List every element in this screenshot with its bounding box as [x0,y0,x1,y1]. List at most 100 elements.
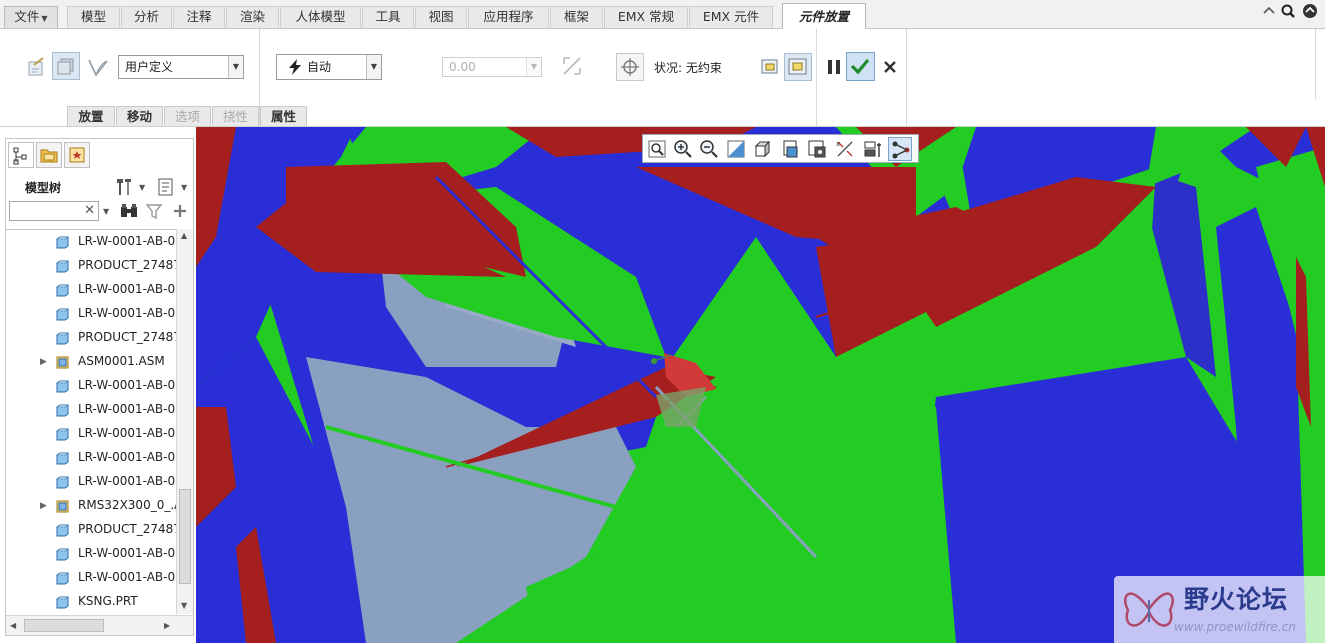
assembly-icon [56,500,69,513]
tree-item[interactable]: ▶ RMS32X300_0_.A [6,494,176,518]
tab-emx-component[interactable]: EMX 元件 [689,6,773,28]
placement-interface-button[interactable] [52,52,80,80]
collapse-ribbon-icon[interactable] [1261,3,1277,19]
separate-window-button[interactable] [758,55,782,79]
subtab-options[interactable]: 选项 [164,106,211,126]
tree-item[interactable]: ▶ ASM0001.ASM [6,350,176,374]
tab-model-tree[interactable] [8,142,34,168]
display-style-button[interactable] [751,137,775,161]
saved-orientations-button[interactable] [778,137,802,161]
scroll-up-icon[interactable]: ▲ [181,231,187,240]
clear-search-icon[interactable]: ✕ [84,203,95,218]
tree-item-label: ASM0001.ASM [78,354,165,368]
tab-emx-general[interactable]: EMX 常规 [604,6,688,28]
tab-component-placement[interactable]: 元件放置 [782,3,866,29]
subtab-move[interactable]: 移动 [116,106,163,126]
show-options-button[interactable] [154,175,178,199]
tree-item[interactable]: PRODUCT_27487 [6,326,176,350]
tab-label: 视图 [428,9,454,24]
tree-item[interactable]: LR-W-0001-AB-0 [6,302,176,326]
scrollbar-thumb[interactable] [179,489,191,584]
constraint-edit-button[interactable] [25,55,49,79]
subtab-properties[interactable]: 属性 [260,106,307,126]
flip-arrows-icon [563,57,581,75]
tab-analysis[interactable]: 分析 [121,6,172,28]
tab-model[interactable]: 模型 [67,6,120,28]
scroll-left-icon[interactable]: ◀ [10,621,16,630]
tree-item[interactable]: LR-W-0001-AB-0 [6,422,176,446]
tree-item-label: LR-W-0001-AB-0 [78,282,176,296]
tab-framework[interactable]: 框架 [550,6,603,28]
tree-item-label: LR-W-0001-AB-0 [78,402,176,416]
tab-folder-browser[interactable] [36,142,62,168]
constraint-set-select[interactable]: 用户定义 ▼ [118,55,244,79]
tree-item[interactable]: KSNG.PRT [6,590,176,614]
tree-item[interactable]: LR-W-0001-AB-0 [6,278,176,302]
tree-item[interactable]: LR-W-0001-AB-0 [6,566,176,590]
tab-render[interactable]: 渲染 [226,6,279,28]
tree-item[interactable]: LR-W-0001-AB-0 [6,374,176,398]
flexible-component-button[interactable] [86,55,110,79]
subtab-placement[interactable]: 放置 [67,106,115,126]
flip-constraint-button[interactable] [560,54,584,78]
tree-item[interactable]: LR-W-0001-AB-0 [6,470,176,494]
annotation-display-button[interactable] [888,137,912,161]
tree-item[interactable]: LR-W-0001-AB-0 [6,398,176,422]
chevron-down-icon[interactable]: ▼ [103,207,109,216]
placement-target-button[interactable] [616,53,644,81]
tree-item[interactable]: LR-W-0001-AB-0 [6,230,176,254]
scroll-down-icon[interactable]: ▼ [181,601,187,610]
tab-view[interactable]: 视图 [415,6,467,28]
saved-views-icon [783,140,798,158]
zoom-in-button[interactable] [671,137,695,161]
zoom-out-button[interactable] [697,137,721,161]
tab-applications[interactable]: 应用程序 [468,6,549,28]
tab-favorites[interactable] [64,142,90,168]
graphics-viewport[interactable] [196,127,1325,643]
tree-item[interactable]: LR-W-0001-AB-0 [6,542,176,566]
vertical-scrollbar[interactable]: ▲ ▼ [176,229,193,614]
search-icon[interactable] [1280,3,1296,19]
part-icon [56,236,69,249]
chevron-down-icon: ▼ [526,58,541,76]
scrollbar-thumb[interactable] [24,619,104,632]
tab-tools[interactable]: 工具 [362,6,414,28]
repaint-button[interactable] [724,137,748,161]
scroll-right-icon[interactable]: ▶ [164,621,170,630]
tree-item[interactable]: PRODUCT_27487 [6,518,176,542]
tab-manikin[interactable]: 人体模型 [280,6,361,28]
part-icon [56,260,69,273]
cancel-button[interactable] [878,55,902,79]
refit-button[interactable] [645,137,669,161]
datum-display-button[interactable]: x [833,137,857,161]
main-window-button[interactable] [784,53,812,81]
offset-value-input[interactable]: 0.00 ▼ [442,57,542,77]
subtab-flexibility[interactable]: 挠性 [212,106,259,126]
chevron-down-icon[interactable]: ▼ [181,183,187,192]
tree-search-input[interactable]: ✕ [9,201,99,221]
pause-button[interactable] [822,55,846,79]
ribbon-separator [906,29,907,126]
confirm-button[interactable] [846,52,875,81]
view-manager-button[interactable] [805,137,829,161]
file-menu-button[interactable]: 文件 ▼ [4,6,58,28]
expand-arrow-icon[interactable]: ▶ [40,501,47,511]
tree-item[interactable]: PRODUCT_27487 [6,254,176,278]
spin-center-button[interactable] [861,137,885,161]
watermark-name: 野火论坛 [1184,585,1289,614]
tab-label: 注释 [186,9,212,24]
filter-button[interactable] [142,199,166,223]
chevron-down-icon[interactable]: ▼ [139,183,145,192]
expand-arrow-icon[interactable]: ▶ [40,357,47,367]
constraint-type-select[interactable]: 自动 ▼ [276,54,382,80]
add-column-button[interactable] [168,199,192,223]
tree-item[interactable]: LR-W-0001-AB-0 [6,446,176,470]
find-button[interactable] [117,199,141,223]
tab-annotate[interactable]: 注释 [173,6,225,28]
help-icon[interactable] [1302,3,1318,19]
horizontal-scrollbar[interactable]: ◀ ▶ [6,615,193,635]
chevron-down-icon: ▼ [41,14,48,23]
model-tree-list[interactable]: LR-W-0001-AB-0 PRODUCT_27487 LR-W-0001-AB-… [6,229,176,614]
tree-settings-button[interactable] [112,175,136,199]
constraint-set-value: 用户定义 [125,60,174,74]
